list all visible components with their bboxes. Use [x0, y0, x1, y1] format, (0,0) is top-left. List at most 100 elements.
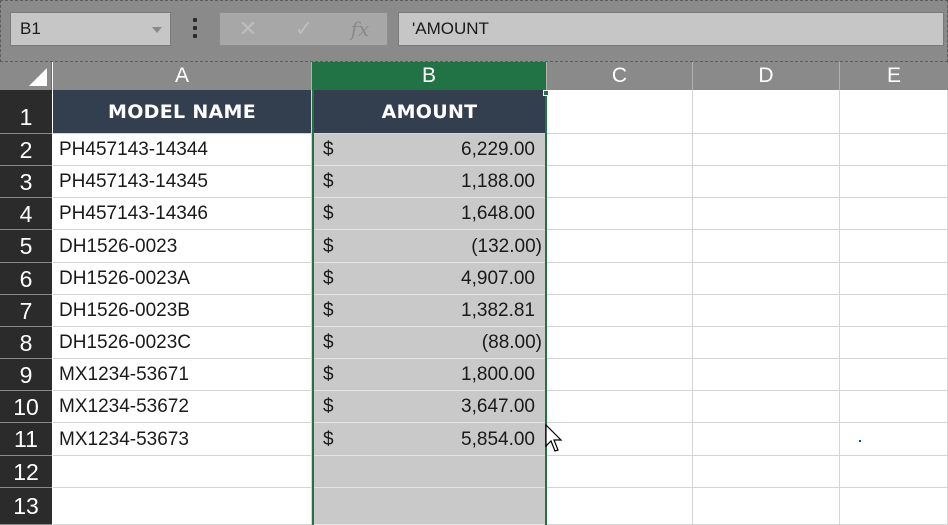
cell-b6[interactable]: $4,907.00 — [313, 263, 546, 295]
cell-a1[interactable]: MODEL NAME — [53, 90, 312, 134]
cell-c11[interactable] — [547, 423, 693, 456]
cell-d12[interactable] — [693, 456, 840, 488]
currency-symbol: $ — [323, 332, 334, 353]
mouse-cursor-icon — [545, 424, 563, 452]
cell-d5[interactable] — [693, 230, 840, 263]
cell-c3[interactable] — [547, 166, 693, 198]
cell-c12[interactable] — [547, 456, 693, 488]
cell-c5[interactable] — [547, 230, 693, 263]
cell-b13[interactable] — [313, 488, 546, 525]
cell-e4[interactable] — [840, 198, 948, 230]
cell-e10[interactable] — [840, 391, 948, 423]
cell-a3[interactable]: PH457143-14345 — [53, 166, 312, 198]
cell-d13[interactable] — [693, 488, 840, 525]
cell-c1[interactable] — [547, 90, 693, 134]
row-header-4[interactable]: 4 — [0, 198, 52, 230]
cell-e12[interactable] — [840, 456, 948, 488]
cell-b9[interactable]: $1,800.00 — [313, 359, 546, 391]
cell-a9[interactable]: MX1234-53671 — [53, 359, 312, 391]
cell-a6[interactable]: DH1526-0023A — [53, 263, 312, 295]
fill-handle[interactable] — [543, 90, 549, 96]
amount-value: 1,800.00 — [461, 364, 535, 385]
cell-b3[interactable]: $1,188.00 — [313, 166, 546, 198]
cell-d1[interactable] — [693, 90, 840, 134]
cell-d2[interactable] — [693, 134, 840, 166]
cell-c7[interactable] — [547, 295, 693, 327]
cell-b7[interactable]: $1,382.81 — [313, 295, 546, 327]
cell-a13[interactable] — [53, 488, 312, 525]
cell-b11[interactable]: $5,854.00 — [313, 423, 546, 456]
column-header-d[interactable]: D — [693, 62, 840, 90]
row-header-9[interactable]: 9 — [0, 359, 52, 391]
cell-d10[interactable] — [693, 391, 840, 423]
cell-d11[interactable] — [693, 423, 840, 456]
cell-b4[interactable]: $1,648.00 — [313, 198, 546, 230]
cell-d6[interactable] — [693, 263, 840, 295]
cell-e7[interactable] — [840, 295, 948, 327]
row-header-3[interactable]: 3 — [0, 166, 52, 198]
cell-c6[interactable] — [547, 263, 693, 295]
amount-value: 5,854.00 — [461, 429, 535, 450]
row-header-11[interactable]: 11 — [0, 423, 52, 456]
formula-input[interactable]: 'AMOUNT — [398, 12, 944, 46]
cell-e3[interactable] — [840, 166, 948, 198]
insert-function-icon[interactable]: fx — [336, 13, 384, 45]
cell-b8[interactable]: $ (88.00) — [313, 327, 546, 359]
enter-icon[interactable]: ✓ — [280, 13, 328, 45]
cell-a11[interactable]: MX1234-53673 — [53, 423, 312, 456]
cell-c9[interactable] — [547, 359, 693, 391]
cell-e1[interactable] — [840, 90, 948, 134]
row-header-5[interactable]: 5 — [0, 230, 52, 263]
cell-d7[interactable] — [693, 295, 840, 327]
currency-symbol: $ — [323, 396, 334, 417]
cell-e5[interactable] — [840, 230, 948, 263]
cell-d4[interactable] — [693, 198, 840, 230]
cell-b12[interactable] — [313, 456, 546, 488]
cell-b10[interactable]: $3,647.00 — [313, 391, 546, 423]
cell-e11[interactable] — [840, 423, 948, 456]
row-header-13[interactable]: 13 — [0, 488, 52, 525]
row-header-10[interactable]: 10 — [0, 391, 52, 423]
formula-bar: B1 ✕ ✓ fx 'AMOUNT — [0, 0, 948, 62]
row-header-1[interactable]: 1 — [0, 90, 52, 134]
cell-e8[interactable] — [840, 327, 948, 359]
chevron-down-icon[interactable] — [152, 27, 162, 33]
row-header-6[interactable]: 6 — [0, 263, 52, 295]
select-all-button[interactable] — [0, 62, 52, 90]
cell-a8[interactable]: DH1526-0023C — [53, 327, 312, 359]
cell-c8[interactable] — [547, 327, 693, 359]
cell-a4[interactable]: PH457143-14346 — [53, 198, 312, 230]
row-header-2[interactable]: 2 — [0, 134, 52, 166]
cell-d9[interactable] — [693, 359, 840, 391]
cell-c4[interactable] — [547, 198, 693, 230]
formula-text: 'AMOUNT — [412, 19, 489, 38]
cancel-icon[interactable]: ✕ — [224, 13, 272, 45]
cell-a7[interactable]: DH1526-0023B — [53, 295, 312, 327]
row-header-7[interactable]: 7 — [0, 295, 52, 327]
row-header-12[interactable]: 12 — [0, 456, 52, 488]
cell-c2[interactable] — [547, 134, 693, 166]
more-options-icon[interactable] — [187, 15, 203, 43]
cell-e9[interactable] — [840, 359, 948, 391]
cell-d3[interactable] — [693, 166, 840, 198]
column-header-c[interactable]: C — [547, 62, 693, 90]
cell-a2[interactable]: PH457143-14344 — [53, 134, 312, 166]
column-header-e[interactable]: E — [840, 62, 948, 90]
cell-c10[interactable] — [547, 391, 693, 423]
cell-b1[interactable]: AMOUNT — [313, 90, 546, 134]
row-header-8[interactable]: 8 — [0, 327, 52, 359]
cell-b5[interactable]: $ (132.00) — [313, 230, 546, 263]
cell-b2[interactable]: $6,229.00 — [313, 134, 546, 166]
currency-symbol: $ — [323, 236, 334, 257]
cell-e2[interactable] — [840, 134, 948, 166]
cell-a5[interactable]: DH1526-0023 — [53, 230, 312, 263]
cell-e6[interactable] — [840, 263, 948, 295]
cell-c13[interactable] — [547, 488, 693, 525]
cell-a10[interactable]: MX1234-53672 — [53, 391, 312, 423]
cell-e13[interactable] — [840, 488, 948, 525]
cell-d8[interactable] — [693, 327, 840, 359]
name-box[interactable]: B1 — [10, 12, 171, 46]
cell-a12[interactable] — [53, 456, 312, 488]
column-header-a[interactable]: A — [53, 62, 312, 90]
column-header-b[interactable]: B — [312, 62, 547, 90]
